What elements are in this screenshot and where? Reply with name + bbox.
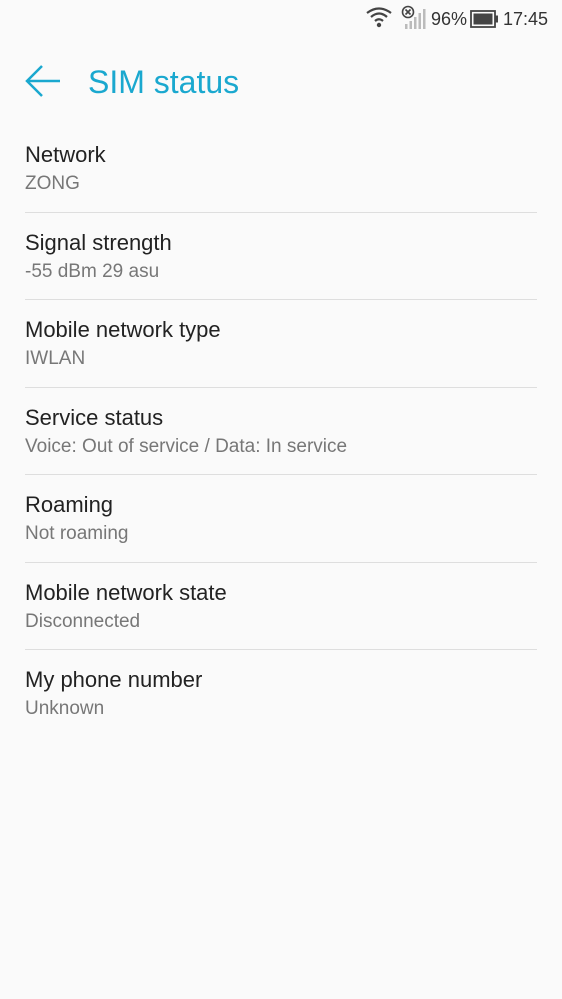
wifi-icon — [366, 7, 392, 34]
item-title: My phone number — [25, 667, 203, 692]
sim-status-list: Network ZONG Signal strength -55 dBm 29 … — [25, 125, 537, 738]
status-bar: 96% 17:45 — [0, 0, 562, 40]
item-value: -55 dBm 29 asu — [25, 260, 160, 282]
battery-icon — [470, 10, 499, 33]
item-title: Service status — [25, 404, 164, 430]
list-item-mobile-network-type[interactable]: Mobile network type IWLAN — [25, 300, 537, 388]
item-title: Mobile network type — [25, 317, 221, 342]
item-title: Network — [25, 142, 106, 167]
item-value: ZONG — [25, 173, 80, 194]
item-title: Signal strength — [25, 229, 172, 255]
list-item-signal-strength[interactable]: Signal strength -55 dBm 29 asu — [25, 213, 537, 300]
page-title: SIM status — [88, 64, 240, 100]
clock: 17:45 — [503, 9, 549, 29]
battery-percent: 96% — [431, 9, 468, 29]
list-item-service-status[interactable]: Service status Voice: Out of service / D… — [25, 388, 537, 475]
item-value: Not roaming — [25, 523, 129, 544]
item-value: IWLAN — [25, 348, 86, 369]
list-item-network[interactable]: Network ZONG — [25, 125, 537, 213]
list-item-mobile-network-state[interactable]: Mobile network state Disconnected — [25, 563, 537, 650]
item-title: Mobile network state — [25, 579, 227, 605]
item-value: Voice: Out of service / Data: In service — [25, 435, 348, 457]
item-value: Unknown — [25, 698, 105, 719]
list-item-my-phone-number[interactable]: My phone number Unknown — [25, 650, 537, 738]
item-value: Disconnected — [25, 610, 141, 632]
list-item-roaming[interactable]: Roaming Not roaming — [25, 475, 537, 563]
item-title: Roaming — [25, 492, 114, 517]
signal-no-sim-icon — [401, 5, 427, 36]
app-bar: SIM status — [0, 55, 562, 111]
back-arrow-icon[interactable] — [24, 63, 64, 99]
